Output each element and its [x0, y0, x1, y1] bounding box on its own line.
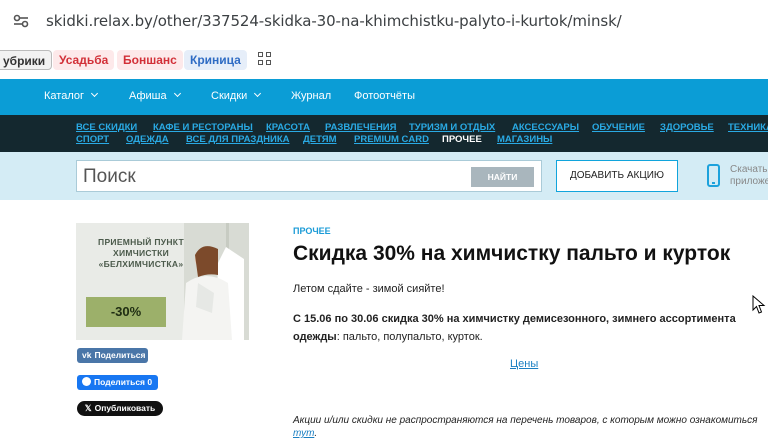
search-button[interactable]: НАЙТИ	[471, 167, 534, 187]
main-nav: Каталог Афиша Скидки Журнал Фотоотчёты	[0, 79, 768, 115]
url-text[interactable]: skidki.relax.by/other/337524-skidka-30-n…	[46, 12, 622, 30]
note-link[interactable]: тут	[293, 428, 314, 439]
deal-slogan: Летом сдайте - зимой сияйте!	[293, 283, 445, 295]
cat-health[interactable]: ЗДОРОВЬЕ	[660, 122, 714, 133]
cat-cafe[interactable]: КАФЕ И РЕСТОРАНЫ	[153, 122, 253, 133]
vk-icon: vk	[82, 350, 92, 360]
mouse-cursor-icon	[752, 295, 766, 314]
address-bar[interactable]: skidki.relax.by/other/337524-skidka-30-n…	[0, 0, 768, 44]
nav-photoreports[interactable]: Фотоотчёты	[354, 90, 415, 102]
phone-icon[interactable]	[707, 164, 720, 187]
x-share-button[interactable]: 𝕏 Опубликовать	[77, 401, 163, 416]
cat-shops[interactable]: МАГАЗИНЫ	[497, 134, 552, 145]
cat-education[interactable]: ОБУЧЕНИЕ	[592, 122, 645, 133]
cat-tech[interactable]: ТЕХНИКА	[728, 122, 768, 133]
nav-afisha[interactable]: Афиша	[129, 89, 181, 102]
chevron-down-icon	[254, 89, 262, 98]
cat-kids[interactable]: ДЕТЯМ	[303, 134, 337, 145]
bookmark-rubrics[interactable]: убрики	[0, 50, 53, 70]
app-download-text[interactable]: Скачать приложе	[730, 164, 768, 188]
cat-beauty[interactable]: КРАСОТА	[266, 122, 310, 133]
bookmark-bonshans[interactable]: Боншанс	[117, 50, 183, 70]
x-icon: 𝕏	[84, 403, 92, 413]
nav-catalog[interactable]: Каталог	[44, 89, 99, 102]
deal-category[interactable]: ПРОЧЕЕ	[293, 226, 331, 236]
discount-badge: -30%	[86, 297, 166, 327]
search-placeholder: Поиск	[83, 166, 136, 187]
nav-skidki[interactable]: Скидки	[211, 89, 262, 102]
deal-image: ПРИЕМНЫЙ ПУНКТ ХИМЧИСТКИ «БЕЛХИМЧИСТКА» …	[76, 223, 249, 340]
cat-all-deals[interactable]: ВСЕ СКИДКИ	[76, 122, 137, 133]
category-nav: ВСЕ СКИДКИ КАФЕ И РЕСТОРАНЫ КРАСОТА РАЗВ…	[0, 115, 768, 152]
cat-other-active[interactable]: ПРОЧЕЕ	[442, 134, 482, 145]
promo-text: ПРИЕМНЫЙ ПУНКТ ХИМЧИСТКИ «БЕЛХИМЧИСТКА»	[98, 237, 184, 269]
site-info-icon[interactable]	[12, 12, 30, 30]
cat-premium-card[interactable]: PREMIUM CARD	[354, 134, 429, 145]
chevron-down-icon	[173, 89, 181, 98]
deal-description: С 15.06 по 30.06 скидка 30% на химчистку…	[293, 313, 736, 343]
nav-journal[interactable]: Журнал	[291, 90, 331, 102]
bookmark-usadba[interactable]: Усадьба	[53, 50, 115, 70]
chevron-down-icon	[90, 89, 99, 98]
deal-note: Акции и/или скидки не распространяются н…	[293, 415, 758, 439]
facebook-share-button[interactable]: Поделиться 0	[77, 375, 158, 390]
apps-grid-icon[interactable]	[258, 52, 272, 66]
bookmark-krinitsa[interactable]: Криница	[184, 50, 247, 70]
cat-accessories[interactable]: АКСЕССУАРЫ	[512, 122, 579, 133]
cat-holiday[interactable]: ВСЕ ДЛЯ ПРАЗДНИКА	[186, 134, 290, 145]
vk-share-button[interactable]: vk Поделиться	[77, 348, 148, 363]
cat-clothes[interactable]: ОДЕЖДА	[126, 134, 169, 145]
facebook-icon	[82, 377, 91, 386]
cat-entertainment[interactable]: РАЗВЛЕЧЕНИЯ	[325, 122, 396, 133]
cat-sport[interactable]: СПОРТ	[76, 134, 109, 145]
deal-title: Скидка 30% на химчистку пальто и курток	[293, 242, 731, 265]
prices-link[interactable]: Цены	[510, 358, 538, 370]
cat-tourism[interactable]: ТУРИЗМ И ОТДЫХ	[409, 122, 495, 133]
add-deal-button[interactable]: ДОБАВИТЬ АКЦИЮ	[556, 160, 678, 192]
